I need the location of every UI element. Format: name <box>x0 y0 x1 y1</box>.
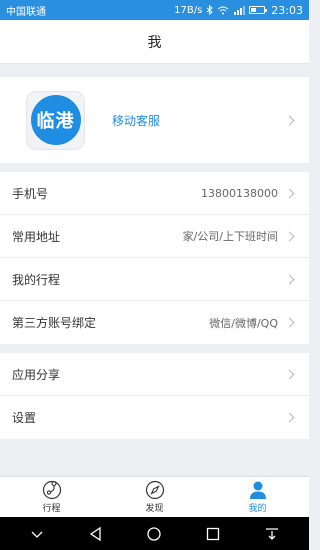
row-label: 常用地址 <box>12 229 61 244</box>
settings-list-secondary: 应用分享 设置 <box>0 353 309 439</box>
app-logo: 临港 <box>26 90 85 150</box>
my-trips-row[interactable]: 我的行程 <box>0 258 309 301</box>
share-app-row[interactable]: 应用分享 <box>0 353 309 396</box>
row-label: 手机号 <box>12 186 49 201</box>
chevron-right-icon <box>284 412 295 423</box>
settings-row[interactable]: 设置 <box>0 396 309 439</box>
recents-icon[interactable] <box>205 526 221 542</box>
chevron-right-icon <box>284 115 295 125</box>
bluetooth-icon <box>206 5 214 15</box>
profile-name: 移动客服 <box>112 113 161 128</box>
logo-badge: 临港 <box>30 95 81 145</box>
profile-card[interactable]: 临港 移动客服 <box>0 77 309 163</box>
tab-label: 发现 <box>145 504 164 514</box>
chevron-right-icon <box>284 317 295 328</box>
chevron-down-icon[interactable] <box>29 526 45 542</box>
row-label: 我的行程 <box>12 272 61 287</box>
row-value: 家/公司/上下班时间 <box>182 230 278 243</box>
row-label: 应用分享 <box>12 367 61 382</box>
wifi-icon <box>217 6 229 14</box>
status-bar: 中国联通 17B/s 23:03 <box>0 0 309 20</box>
back-icon[interactable] <box>88 526 104 542</box>
settings-list-main: 手机号 13800138000 常用地址 家/公司/上下班时间 我的行程 第三方… <box>0 172 309 344</box>
tab-discover[interactable]: 发现 <box>103 477 206 517</box>
chevron-right-icon <box>284 231 295 241</box>
chevron-right-icon <box>284 369 295 379</box>
carrier-label: 中国联通 <box>6 6 46 18</box>
chevron-right-icon <box>284 188 295 198</box>
phone-row[interactable]: 手机号 13800138000 <box>0 172 309 215</box>
tab-label: 行程 <box>42 504 61 514</box>
row-label: 设置 <box>12 411 37 425</box>
tab-mine[interactable]: 我的 <box>206 477 309 517</box>
tab-trips[interactable]: 行程 <box>0 477 103 517</box>
network-speed: 17B/s <box>174 4 203 16</box>
compass-icon <box>145 480 164 500</box>
battery-icon <box>249 6 268 14</box>
row-label: 第三方账号绑定 <box>12 316 97 330</box>
notification-pull-icon[interactable] <box>264 526 280 542</box>
row-value: 微信/微博/QQ <box>209 316 278 330</box>
trip-icon <box>42 480 61 500</box>
bottom-tab-bar: 行程 发现 我的 <box>0 476 309 517</box>
chevron-right-icon <box>284 274 295 284</box>
person-icon <box>249 481 266 499</box>
clock: 23:03 <box>271 3 303 17</box>
address-row[interactable]: 常用地址 家/公司/上下班时间 <box>0 215 309 258</box>
page-title: 我 <box>147 34 162 51</box>
system-nav-bar <box>0 517 309 550</box>
title-bar: 我 <box>0 20 309 64</box>
row-value: 13800138000 <box>201 186 278 200</box>
signal-icon <box>234 5 246 15</box>
home-icon[interactable] <box>146 526 162 542</box>
logo-text: 临港 <box>36 111 75 132</box>
tab-label: 我的 <box>248 504 267 514</box>
third-party-binding-row[interactable]: 第三方账号绑定 微信/微博/QQ <box>0 301 309 344</box>
